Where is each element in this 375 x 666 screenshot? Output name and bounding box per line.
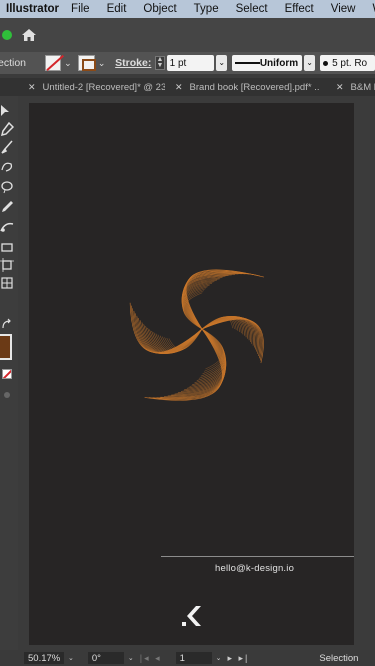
- tab-brand-book[interactable]: ✕ Brand book [Recovered].pdf* ...: [165, 82, 320, 93]
- art-line-blade-1: [201, 316, 256, 348]
- close-icon[interactable]: ✕: [175, 82, 183, 93]
- selection-tool-icon[interactable]: [0, 104, 14, 118]
- pen-tool-icon[interactable]: [0, 122, 14, 136]
- document-tabs: ✕ Untitled-2 [Recovered]* @ 23... ✕ Bran…: [0, 78, 375, 96]
- drawing-mode-icon[interactable]: [0, 388, 14, 402]
- paintbrush-tool-icon[interactable]: [0, 140, 14, 154]
- artboard-tool-icon[interactable]: [0, 258, 14, 272]
- stroke-weight-value: 1 pt: [169, 57, 187, 69]
- menu-file[interactable]: File: [71, 3, 90, 15]
- zoom-value: 50.17%: [28, 652, 61, 664]
- menu-bar: Illustrator File Edit Object Type Select…: [0, 0, 375, 18]
- tab-label: Untitled-2 [Recovered]* @ 23...: [42, 81, 165, 93]
- control-bar: ection ⌄ ⌄ Stroke: ▲ ▼ 1 pt ⌄ Uniform ⌄ 5…: [0, 52, 375, 74]
- contact-email: hello@k-design.io: [215, 563, 295, 574]
- fill-stroke-indicator[interactable]: [0, 334, 12, 360]
- brush-dot-icon: [323, 60, 329, 66]
- current-tool-status: Selection: [319, 652, 359, 664]
- stroke-swatch[interactable]: [78, 55, 97, 71]
- tools-panel: [0, 96, 18, 656]
- menu-object[interactable]: Object: [143, 3, 176, 15]
- next-page-icon[interactable]: ▸ ▸|: [228, 653, 250, 664]
- brush-label: 5 pt. Ro: [332, 57, 368, 69]
- eyedropper-tool-icon[interactable]: [0, 200, 14, 214]
- home-icon[interactable]: [21, 27, 37, 43]
- variable-width-profile[interactable]: Uniform: [232, 55, 303, 71]
- none-swatch-icon[interactable]: [2, 369, 12, 379]
- spiral-line-artwork[interactable]: [89, 203, 319, 443]
- selection-label: ection: [0, 57, 27, 69]
- swap-colors-icon[interactable]: [0, 318, 14, 332]
- chevron-down-icon[interactable]: ⌄: [97, 58, 106, 69]
- tab-bm-brand[interactable]: ✕ B&M br: [320, 82, 375, 93]
- k-design-logo-icon: [182, 606, 201, 626]
- chevron-down-icon[interactable]: ⌄: [68, 654, 74, 662]
- chevron-down-icon[interactable]: ⌄: [304, 55, 316, 71]
- lasso-tool-icon[interactable]: [0, 180, 14, 194]
- app-bar: [0, 18, 375, 52]
- profile-line-icon: [235, 62, 260, 64]
- tab-label: Brand book [Recovered].pdf* ...: [189, 81, 320, 93]
- page-value: 1: [179, 652, 185, 664]
- artboard[interactable]: hello@k-design.io: [29, 103, 354, 645]
- menu-app-name[interactable]: Illustrator: [6, 3, 59, 15]
- stroke-label[interactable]: Stroke:: [115, 57, 151, 69]
- divider-line: [161, 556, 354, 557]
- first-page-icon[interactable]: |◂ ◂: [140, 653, 162, 664]
- menu-edit[interactable]: Edit: [107, 3, 127, 15]
- page-field[interactable]: 1: [175, 652, 212, 664]
- rotation-field[interactable]: 0°: [87, 652, 124, 664]
- zoom-field[interactable]: 50.17%: [24, 652, 64, 664]
- window-zoom-button[interactable]: [2, 30, 12, 40]
- menu-effect[interactable]: Effect: [285, 3, 314, 15]
- chevron-down-icon[interactable]: ⌄: [128, 654, 134, 662]
- eraser-tool-icon[interactable]: [0, 240, 14, 254]
- close-icon[interactable]: ✕: [28, 82, 36, 93]
- close-icon[interactable]: ✕: [336, 82, 344, 93]
- menu-type[interactable]: Type: [194, 3, 219, 15]
- chevron-down-icon[interactable]: ⌄: [216, 55, 228, 71]
- shaper-tool-icon[interactable]: [0, 160, 14, 174]
- graph-tool-icon[interactable]: [0, 276, 14, 290]
- tab-label: B&M br: [350, 81, 375, 93]
- menu-select[interactable]: Select: [236, 3, 268, 15]
- stroke-weight-stepper[interactable]: ▲ ▼: [155, 56, 165, 70]
- fill-swatch[interactable]: [44, 55, 62, 71]
- brush-definition[interactable]: 5 pt. Ro: [320, 55, 375, 71]
- stroke-weight-field[interactable]: 1 pt: [166, 55, 215, 71]
- menu-view[interactable]: View: [331, 3, 356, 15]
- blend-tool-icon[interactable]: [0, 220, 14, 234]
- tab-untitled-2[interactable]: ✕ Untitled-2 [Recovered]* @ 23...: [0, 82, 165, 93]
- chevron-down-icon[interactable]: ⌄: [216, 654, 222, 662]
- profile-label: Uniform: [259, 57, 299, 69]
- rotation-value: 0°: [91, 652, 101, 664]
- chevron-down-icon[interactable]: ⌄: [63, 58, 72, 69]
- status-bar: 50.17% ⌄ 0° ⌄ |◂ ◂ 1 ⌄ ▸ ▸| Selection: [0, 650, 375, 666]
